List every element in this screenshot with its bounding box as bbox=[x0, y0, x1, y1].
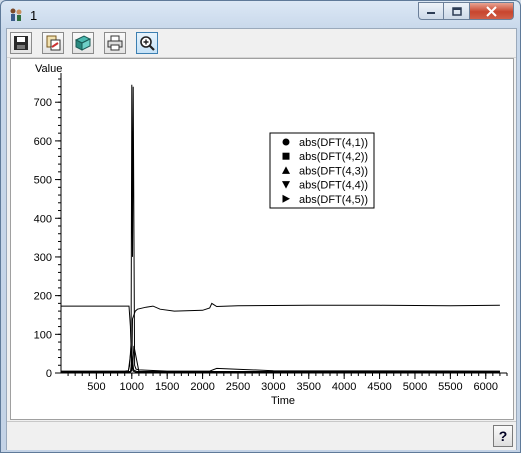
legend-marker-square bbox=[282, 152, 290, 160]
series-line-1 bbox=[61, 84, 500, 372]
close-button[interactable] bbox=[470, 2, 514, 20]
y-tick-label: 700 bbox=[34, 97, 52, 109]
x-axis-label: Time bbox=[271, 395, 295, 407]
y-tick-label: 500 bbox=[34, 175, 52, 187]
x-tick-label: 3500 bbox=[297, 381, 321, 393]
x-tick-label: 2000 bbox=[190, 381, 214, 393]
x-tick-label: 1000 bbox=[120, 381, 144, 393]
y-tick-label: 300 bbox=[34, 252, 52, 264]
axes: 0 100 200 300 400 500 600 700 500 1000 1500 2000 250… bbox=[34, 73, 508, 393]
client-area: 0 100 200 300 400 500 600 700 500 1000 1500 2000 250… bbox=[6, 28, 517, 450]
legend-label: abs(DFT(4,2)) bbox=[299, 151, 368, 163]
x-tick-label: 4000 bbox=[332, 381, 356, 393]
line-chart[interactable]: 0 100 200 300 400 500 600 700 500 1000 1500 2000 250… bbox=[11, 59, 513, 419]
y-axis-label: Value bbox=[35, 63, 62, 75]
maximize-button[interactable] bbox=[444, 2, 470, 20]
x-tick-label: 4500 bbox=[367, 381, 391, 393]
print-button[interactable] bbox=[104, 32, 126, 54]
print-icon bbox=[107, 35, 123, 51]
plot-lines bbox=[61, 84, 500, 373]
x-tick-label: 3000 bbox=[261, 381, 285, 393]
y-tick-label: 0 bbox=[46, 368, 52, 380]
y-tick-label: 200 bbox=[34, 291, 52, 303]
legend-marker-circle bbox=[282, 138, 290, 146]
legend-label: abs(DFT(4,5)) bbox=[299, 194, 368, 206]
legend-label: abs(DFT(4,1)) bbox=[299, 137, 368, 149]
zoom-button[interactable] bbox=[136, 32, 158, 54]
plot-panel[interactable]: 0 100 200 300 400 500 600 700 500 1000 1500 2000 250… bbox=[10, 58, 514, 420]
legend-label: abs(DFT(4,3)) bbox=[299, 165, 368, 177]
y-tick-label: 100 bbox=[34, 329, 52, 341]
caption-buttons bbox=[418, 2, 514, 20]
chart-window: 1 0 100 200 300 400 500 600 700 500 1000… bbox=[0, 0, 521, 453]
x-tick-label: 1500 bbox=[155, 381, 179, 393]
x-tick-label: 2500 bbox=[226, 381, 250, 393]
copy-button[interactable] bbox=[42, 32, 64, 54]
minimize-button[interactable] bbox=[418, 2, 444, 20]
close-icon bbox=[486, 5, 497, 17]
legend[interactable]: abs(DFT(4,1)) abs(DFT(4,2)) abs(DFT(4,3)) a… bbox=[269, 132, 375, 209]
title-bar[interactable]: 1 bbox=[1, 1, 520, 29]
save-button[interactable] bbox=[10, 32, 32, 54]
series-line-5 bbox=[61, 355, 500, 372]
export-button[interactable] bbox=[72, 32, 94, 54]
help-button[interactable]: ? bbox=[493, 425, 513, 447]
toolbar bbox=[7, 29, 516, 58]
maximize-icon bbox=[451, 6, 462, 16]
x-tick-label: 500 bbox=[87, 381, 105, 393]
export-icon bbox=[75, 35, 91, 51]
window-title: 1 bbox=[30, 8, 38, 23]
status-bar: ? bbox=[7, 421, 516, 450]
series-line-2 bbox=[61, 302, 500, 372]
copy-icon bbox=[46, 35, 61, 51]
x-tick-label: 6000 bbox=[474, 381, 498, 393]
app-icon bbox=[10, 8, 22, 21]
save-icon bbox=[14, 36, 28, 50]
x-tick-label: 5500 bbox=[438, 381, 462, 393]
x-tick-label: 5000 bbox=[403, 381, 427, 393]
series-line-3 bbox=[61, 345, 500, 373]
zoom-icon bbox=[140, 36, 155, 51]
y-tick-label: 600 bbox=[34, 136, 52, 148]
minimize-icon bbox=[427, 12, 435, 14]
legend-label: abs(DFT(4,4)) bbox=[299, 180, 368, 192]
y-tick-label: 400 bbox=[34, 213, 52, 225]
